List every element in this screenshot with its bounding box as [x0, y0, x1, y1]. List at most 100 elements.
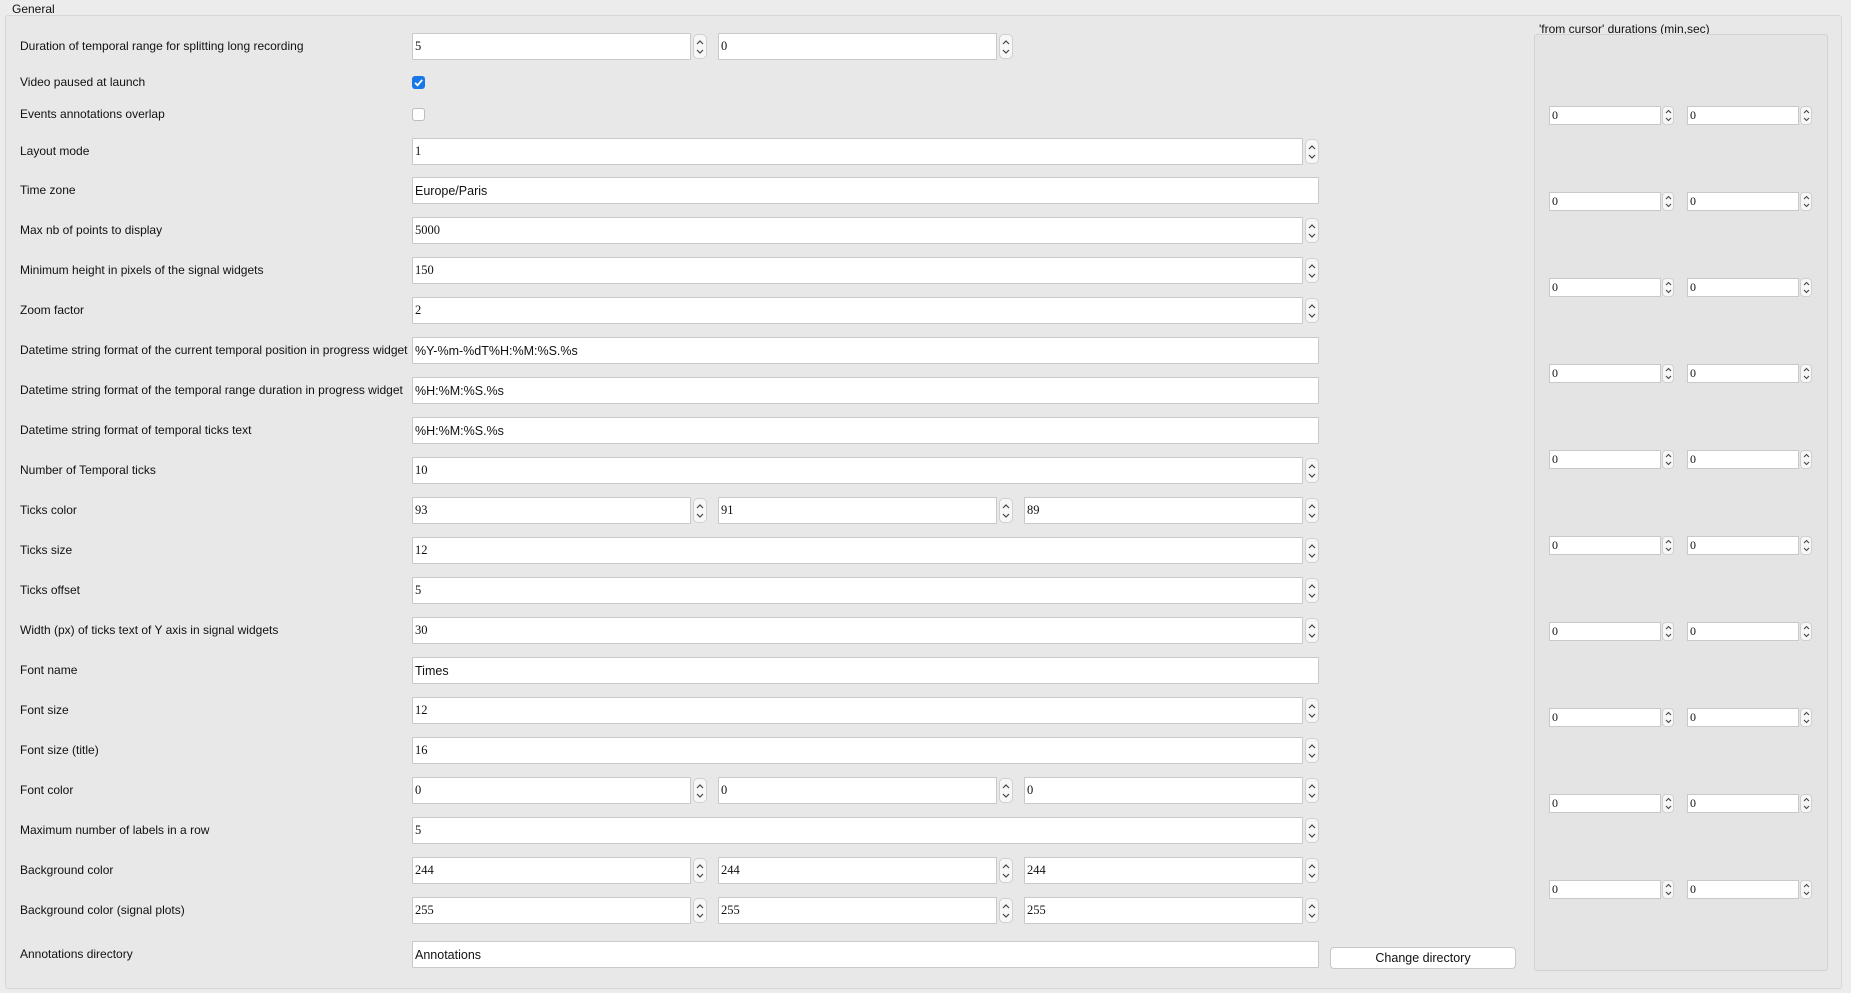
spinner-arrows-icon[interactable]: [1305, 258, 1319, 283]
from-cursor-seconds[interactable]: 0: [1687, 794, 1799, 813]
spinner-arrows-icon[interactable]: [999, 34, 1013, 59]
spinner-arrows-icon[interactable]: [1662, 192, 1674, 211]
spinner-arrows-icon[interactable]: [1662, 536, 1674, 555]
setting-spinbox[interactable]: 255: [718, 897, 997, 924]
from-cursor-seconds[interactable]: 0: [1687, 708, 1799, 727]
setting-spinbox[interactable]: 16: [412, 737, 1303, 764]
spinner-arrows-icon[interactable]: [1305, 818, 1319, 843]
from-cursor-seconds[interactable]: 0: [1687, 450, 1799, 469]
from-cursor-minutes[interactable]: 0: [1549, 106, 1661, 125]
spinner-arrows-icon[interactable]: [1305, 778, 1319, 803]
spinner-arrows-icon[interactable]: [1305, 458, 1319, 483]
spinner-arrows-icon[interactable]: [1305, 498, 1319, 523]
spinner-arrows-icon[interactable]: [999, 498, 1013, 523]
from-cursor-minutes[interactable]: 0: [1549, 192, 1661, 211]
spinner-arrows-icon[interactable]: [1662, 278, 1674, 297]
spinner-arrows-icon[interactable]: [1305, 578, 1319, 603]
spinner-arrows-icon[interactable]: [1800, 536, 1812, 555]
from-cursor-seconds[interactable]: 0: [1687, 880, 1799, 899]
spinner-arrows-icon[interactable]: [999, 898, 1013, 923]
setting-spinbox[interactable]: 0: [1024, 777, 1303, 804]
setting-text-input[interactable]: Times: [412, 657, 1319, 684]
setting-text-input[interactable]: %H:%M:%S.%s: [412, 417, 1319, 444]
setting-spinbox[interactable]: 0: [718, 777, 997, 804]
setting-spinbox[interactable]: 30: [412, 617, 1303, 644]
spinner-arrows-icon[interactable]: [1662, 708, 1674, 727]
setting-text-input[interactable]: Europe/Paris: [412, 177, 1319, 204]
spinner-arrows-icon[interactable]: [1305, 218, 1319, 243]
setting-text-input[interactable]: Annotations: [412, 941, 1319, 968]
spinner-arrows-icon[interactable]: [999, 778, 1013, 803]
setting-spinbox[interactable]: 10: [412, 457, 1303, 484]
setting-spinbox[interactable]: 93: [412, 497, 691, 524]
setting-checkbox[interactable]: [412, 108, 425, 121]
from-cursor-seconds[interactable]: 0: [1687, 622, 1799, 641]
from-cursor-seconds[interactable]: 0: [1687, 364, 1799, 383]
spinner-arrows-icon[interactable]: [1305, 139, 1319, 164]
spinner-arrows-icon[interactable]: [1305, 738, 1319, 763]
setting-checkbox[interactable]: [412, 76, 425, 89]
setting-spinbox[interactable]: 5: [412, 817, 1303, 844]
setting-spinbox[interactable]: 244: [412, 857, 691, 884]
spinner-arrows-icon[interactable]: [1305, 298, 1319, 323]
spinner-arrows-icon[interactable]: [693, 898, 707, 923]
setting-spinbox[interactable]: 244: [718, 857, 997, 884]
spinner-arrows-icon[interactable]: [1800, 364, 1812, 383]
from-cursor-minutes[interactable]: 0: [1549, 278, 1661, 297]
spinner-arrows-icon[interactable]: [1305, 698, 1319, 723]
setting-spinbox[interactable]: 5000: [412, 217, 1303, 244]
setting-spinbox[interactable]: 12: [412, 537, 1303, 564]
from-cursor-seconds[interactable]: 0: [1687, 106, 1799, 125]
from-cursor-seconds[interactable]: 0: [1687, 536, 1799, 555]
spinner-arrows-icon[interactable]: [999, 858, 1013, 883]
spinner-arrows-icon[interactable]: [1800, 794, 1812, 813]
spinner-arrows-icon[interactable]: [693, 34, 707, 59]
spinner-arrows-icon[interactable]: [1800, 622, 1812, 641]
spinner-arrows-icon[interactable]: [1305, 618, 1319, 643]
spinner-arrows-icon[interactable]: [1662, 364, 1674, 383]
setting-spinbox[interactable]: 91: [718, 497, 997, 524]
setting-spinbox[interactable]: 244: [1024, 857, 1303, 884]
setting-spinbox[interactable]: 5: [412, 577, 1303, 604]
change-directory-button[interactable]: Change directory: [1330, 947, 1516, 969]
spinner-arrows-icon[interactable]: [1800, 450, 1812, 469]
spinner-arrows-icon[interactable]: [1662, 794, 1674, 813]
setting-spinbox[interactable]: 2: [412, 297, 1303, 324]
spinner-arrows-icon[interactable]: [1305, 898, 1319, 923]
setting-spinbox[interactable]: 12: [412, 697, 1303, 724]
spinner-arrows-icon[interactable]: [1662, 450, 1674, 469]
from-cursor-minutes[interactable]: 0: [1549, 536, 1661, 555]
from-cursor-seconds[interactable]: 0: [1687, 278, 1799, 297]
spinner-arrows-icon[interactable]: [1800, 708, 1812, 727]
from-cursor-minutes[interactable]: 0: [1549, 450, 1661, 469]
from-cursor-minutes[interactable]: 0: [1549, 622, 1661, 641]
from-cursor-seconds[interactable]: 0: [1687, 192, 1799, 211]
spinner-arrows-icon[interactable]: [693, 778, 707, 803]
spinner-arrows-icon[interactable]: [693, 498, 707, 523]
setting-text-input[interactable]: %H:%M:%S.%s: [412, 377, 1319, 404]
spinner-arrows-icon[interactable]: [1662, 106, 1674, 125]
setting-spinbox[interactable]: 5: [412, 33, 691, 60]
from-cursor-minutes[interactable]: 0: [1549, 794, 1661, 813]
spinner-arrows-icon[interactable]: [1305, 858, 1319, 883]
spinner-arrows-icon[interactable]: [693, 858, 707, 883]
setting-spinbox[interactable]: 255: [1024, 897, 1303, 924]
setting-text-input[interactable]: %Y-%m-%dT%H:%M:%S.%s: [412, 337, 1319, 364]
spinner-arrows-icon[interactable]: [1800, 880, 1812, 899]
setting-spinbox[interactable]: 89: [1024, 497, 1303, 524]
spinner-arrows-icon[interactable]: [1800, 192, 1812, 211]
spinner-arrows-icon[interactable]: [1800, 278, 1812, 297]
setting-spinbox[interactable]: 1: [412, 138, 1303, 165]
setting-spinbox[interactable]: 0: [412, 777, 691, 804]
tab-general[interactable]: General: [12, 2, 55, 16]
spinner-arrows-icon[interactable]: [1305, 538, 1319, 563]
from-cursor-minutes[interactable]: 0: [1549, 880, 1661, 899]
setting-spinbox[interactable]: 0: [718, 33, 997, 60]
setting-spinbox[interactable]: 255: [412, 897, 691, 924]
spinner-arrows-icon[interactable]: [1800, 106, 1812, 125]
spinner-arrows-icon[interactable]: [1662, 880, 1674, 899]
setting-spinbox[interactable]: 150: [412, 257, 1303, 284]
from-cursor-minutes[interactable]: 0: [1549, 364, 1661, 383]
spinner-arrows-icon[interactable]: [1662, 622, 1674, 641]
from-cursor-minutes[interactable]: 0: [1549, 708, 1661, 727]
